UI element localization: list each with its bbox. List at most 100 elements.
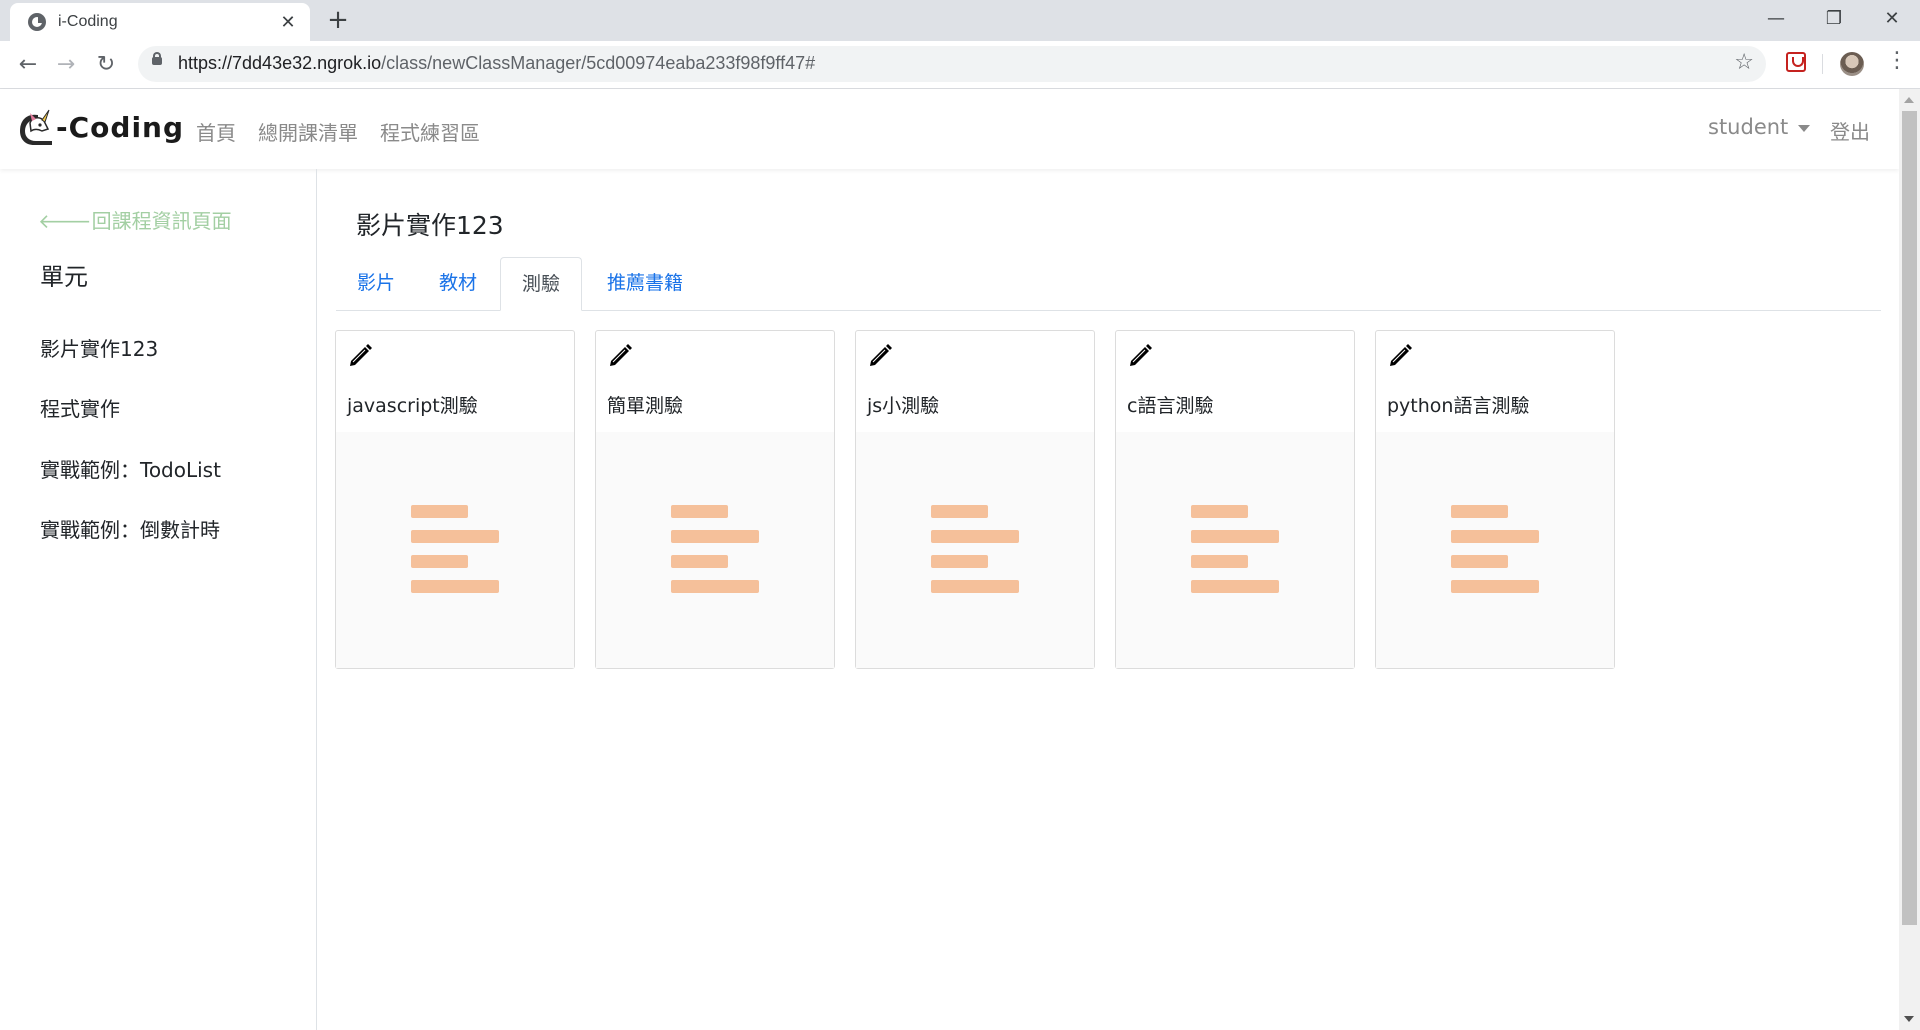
placeholder-bar bbox=[931, 530, 1019, 543]
placeholder-bar bbox=[671, 530, 759, 543]
tab-video[interactable]: 影片 bbox=[336, 257, 416, 310]
new-tab-button[interactable]: + bbox=[324, 6, 352, 34]
quiz-card[interactable]: c語言測驗 bbox=[1115, 330, 1355, 669]
quiz-card[interactable]: python語言測驗 bbox=[1375, 330, 1615, 669]
scroll-down-arrow-icon[interactable] bbox=[1904, 1016, 1914, 1022]
placeholder-bar bbox=[1191, 505, 1248, 518]
browser-toolbar: ← → ↻ https://7dd43e32.ngrok.io/class/ne… bbox=[0, 41, 1920, 89]
scroll-up-arrow-icon[interactable] bbox=[1904, 97, 1914, 103]
site-navbar: -Coding 首頁 總開課清單 程式練習區 student 登出 bbox=[0, 89, 1899, 169]
placeholder-bar bbox=[411, 580, 499, 593]
arrow-left-icon: 🡐 bbox=[38, 209, 92, 233]
forward-arrow-icon[interactable]: → bbox=[50, 49, 82, 81]
placeholder-bar bbox=[931, 505, 988, 518]
logout-link[interactable]: 登出 bbox=[1830, 116, 1870, 145]
quiz-title: js小測驗 bbox=[867, 395, 940, 417]
bookmark-star-icon[interactable]: ☆ bbox=[1734, 50, 1754, 75]
placeholder-bar bbox=[411, 555, 468, 568]
browser-tab-strip: i-Coding ✕ + — ❐ ✕ bbox=[0, 0, 1920, 41]
quiz-title: javascript測驗 bbox=[347, 395, 478, 417]
address-bar[interactable]: https://7dd43e32.ngrok.io/class/newClass… bbox=[138, 46, 1766, 82]
quiz-card-header: c語言測驗 bbox=[1116, 331, 1354, 433]
back-to-course-link[interactable]: 🡐回課程資訊頁面 bbox=[38, 205, 232, 234]
units-heading: 單元 bbox=[40, 263, 88, 291]
unit-item[interactable]: 程式實作 bbox=[40, 393, 120, 422]
pencil-icon bbox=[1130, 344, 1152, 366]
unit-sidebar: 🡐回課程資訊頁面 單元 影片實作123 程式實作 實戰範例：TodoList 實… bbox=[0, 169, 317, 1030]
brand-name: -Coding bbox=[56, 110, 185, 144]
user-dropdown[interactable]: student bbox=[1708, 115, 1811, 139]
globe-icon bbox=[28, 13, 46, 31]
quiz-card-header: javascript測驗 bbox=[336, 331, 574, 433]
tab-close-icon[interactable]: ✕ bbox=[276, 12, 300, 33]
unit-title: 影片實作123 bbox=[356, 211, 504, 240]
placeholder-bar bbox=[1451, 580, 1539, 593]
caret-down-icon bbox=[1798, 124, 1811, 132]
pencil-icon bbox=[610, 344, 632, 366]
pencil-icon bbox=[870, 344, 892, 366]
scroll-thumb[interactable] bbox=[1902, 111, 1917, 925]
unicorn-logo-icon bbox=[20, 109, 52, 145]
tab-title: i-Coding bbox=[58, 13, 118, 30]
tab-books[interactable]: 推薦書籍 bbox=[586, 257, 704, 310]
quiz-card[interactable]: javascript測驗 bbox=[335, 330, 575, 669]
content-tabs: 影片 教材 測驗 推薦書籍 bbox=[336, 257, 1881, 311]
quiz-card-header: python語言測驗 bbox=[1376, 331, 1614, 433]
quiz-card-header: js小測驗 bbox=[856, 331, 1094, 433]
quiz-thumbnail bbox=[1116, 432, 1354, 668]
unit-item[interactable]: 影片實作123 bbox=[40, 333, 158, 362]
lock-icon bbox=[152, 52, 162, 65]
placeholder-bar bbox=[671, 555, 728, 568]
quiz-title: python語言測驗 bbox=[1387, 395, 1530, 417]
url-path: /class/newClassManager/5cd00974eaba233f9… bbox=[381, 53, 816, 73]
placeholder-bar bbox=[411, 505, 468, 518]
placeholder-bar bbox=[931, 555, 988, 568]
placeholder-bar bbox=[1191, 555, 1248, 568]
browser-tab[interactable]: i-Coding ✕ bbox=[10, 3, 310, 41]
url-text[interactable]: https://7dd43e32.ngrok.io/class/newClass… bbox=[178, 53, 815, 74]
pencil-icon bbox=[350, 344, 372, 366]
pocket-extension-icon[interactable] bbox=[1786, 52, 1806, 72]
quiz-thumbnail bbox=[596, 432, 834, 668]
back-arrow-icon[interactable]: ← bbox=[12, 49, 44, 81]
page-scrollbar[interactable] bbox=[1899, 89, 1920, 1030]
placeholder-bar bbox=[1451, 505, 1508, 518]
placeholder-bar bbox=[1451, 555, 1508, 568]
nav-practice[interactable]: 程式練習區 bbox=[380, 117, 480, 146]
profile-avatar-icon[interactable] bbox=[1840, 52, 1864, 76]
main-nav: 首頁 總開課清單 程式練習區 bbox=[196, 117, 480, 146]
quiz-title: c語言測驗 bbox=[1127, 395, 1214, 417]
tab-material[interactable]: 教材 bbox=[418, 257, 498, 310]
restore-button[interactable]: ❐ bbox=[1806, 0, 1862, 41]
quiz-thumbnail bbox=[336, 432, 574, 668]
toolbar-separator bbox=[1822, 54, 1823, 74]
quiz-title: 簡單測驗 bbox=[607, 395, 684, 417]
unit-item[interactable]: 實戰範例：TodoList bbox=[40, 454, 221, 483]
unit-item[interactable]: 實戰範例：倒數計時 bbox=[40, 514, 220, 543]
site-logo[interactable]: -Coding bbox=[18, 107, 184, 147]
placeholder-bar bbox=[1191, 530, 1279, 543]
pencil-icon bbox=[1390, 344, 1412, 366]
placeholder-bar bbox=[671, 580, 759, 593]
browser-menu-icon[interactable]: ⋮ bbox=[1886, 48, 1908, 73]
placeholder-bar bbox=[411, 530, 499, 543]
quiz-card-header: 簡單測驗 bbox=[596, 331, 834, 433]
quiz-thumbnail bbox=[1376, 432, 1614, 668]
user-name: student bbox=[1708, 115, 1789, 139]
reload-icon[interactable]: ↻ bbox=[90, 49, 122, 81]
url-host: https://7dd43e32.ngrok.io bbox=[178, 53, 382, 73]
window-close-button[interactable]: ✕ bbox=[1864, 0, 1920, 41]
placeholder-bar bbox=[1451, 530, 1539, 543]
tab-quiz[interactable]: 測驗 bbox=[500, 257, 583, 311]
placeholder-bar bbox=[1191, 580, 1279, 593]
minimize-button[interactable]: — bbox=[1748, 0, 1804, 41]
back-link-label: 回課程資訊頁面 bbox=[91, 209, 232, 233]
quiz-thumbnail bbox=[856, 432, 1094, 668]
nav-course-list[interactable]: 總開課清單 bbox=[258, 117, 358, 146]
placeholder-bar bbox=[931, 580, 1019, 593]
quiz-card[interactable]: js小測驗 bbox=[855, 330, 1095, 669]
nav-home[interactable]: 首頁 bbox=[196, 117, 236, 146]
quiz-card[interactable]: 簡單測驗 bbox=[595, 330, 835, 669]
placeholder-bar bbox=[671, 505, 728, 518]
web-page: -Coding 首頁 總開課清單 程式練習區 student 登出 🡐回課程資訊… bbox=[0, 89, 1899, 1030]
